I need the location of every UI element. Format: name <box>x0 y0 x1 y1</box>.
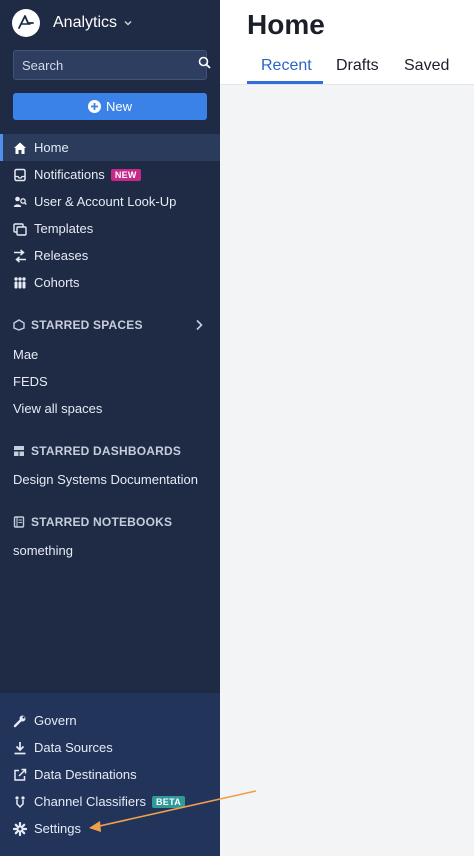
starred-dashboard-item[interactable]: Design Systems Documentation <box>13 472 198 487</box>
sidebar-item-label: Settings <box>34 821 81 836</box>
main-content: Home Recent Drafts Saved <box>220 0 474 856</box>
sidebar-item-label: Data Sources <box>34 740 113 755</box>
app-window: Analytics New Home <box>0 0 474 856</box>
section-title: STARRED SPACES <box>31 318 143 332</box>
chevron-down-icon <box>123 17 135 29</box>
sidebar-item-label: Notifications <box>34 167 105 182</box>
sidebar-item-govern[interactable]: Govern <box>0 707 220 734</box>
sidebar-item-user-lookup[interactable]: User & Account Look-Up <box>0 188 220 215</box>
starred-dashboards-header: STARRED DASHBOARDS <box>0 441 220 461</box>
page-title: Home <box>247 9 325 40</box>
active-tab-indicator <box>247 81 323 84</box>
sidebar-item-label: Templates <box>34 221 94 236</box>
starred-notebooks-header: STARRED NOTEBOOKS <box>0 512 220 532</box>
sidebar-item-releases[interactable]: Releases <box>0 242 220 269</box>
sidebar-item-data-sources[interactable]: Data Sources <box>0 734 220 761</box>
sidebar-item-label: Data Destinations <box>34 767 137 782</box>
sidebar-item-channel-classifiers[interactable]: Channel Classifiers BETA <box>0 788 220 815</box>
download-icon <box>13 741 27 755</box>
inbox-icon <box>13 168 27 182</box>
beta-badge: BETA <box>152 795 186 808</box>
dashboard-icon <box>13 445 25 457</box>
starred-spaces-header[interactable]: STARRED SPACES <box>0 315 220 335</box>
plus-circle-icon <box>87 100 101 113</box>
new-button[interactable]: New <box>13 93 207 120</box>
classifier-icon <box>13 795 27 809</box>
starred-space-item[interactable]: Mae <box>13 347 38 362</box>
app-name: Analytics <box>53 14 118 31</box>
tab-saved[interactable]: Saved <box>404 57 449 84</box>
section-title: STARRED NOTEBOOKS <box>31 515 173 529</box>
templates-icon <box>13 222 27 236</box>
sidebar-item-home[interactable]: Home <box>0 134 220 161</box>
section-title: STARRED DASHBOARDS <box>31 444 182 458</box>
gear-icon <box>13 821 27 836</box>
main-header: Home Recent Drafts Saved <box>220 0 474 85</box>
sidebar-item-data-destinations[interactable]: Data Destinations <box>0 761 220 788</box>
app-switcher[interactable]: Analytics <box>12 9 135 37</box>
sidebar-item-label: User & Account Look-Up <box>34 194 177 209</box>
new-button-label: New <box>105 99 132 114</box>
sidebar-item-label: Channel Classifiers <box>34 794 146 809</box>
sidebar-item-cohorts[interactable]: Cohorts <box>0 269 220 296</box>
search-icon[interactable] <box>198 56 211 74</box>
sidebar-item-label: Home <box>34 140 69 155</box>
releases-icon <box>13 248 27 263</box>
chevron-right-icon[interactable] <box>194 319 204 331</box>
sidebar-item-notifications[interactable]: Notifications NEW <box>0 161 220 188</box>
sidebar: Analytics New Home <box>0 0 220 856</box>
search-input[interactable] <box>22 57 198 73</box>
new-badge: NEW <box>110 168 141 181</box>
tab-recent[interactable]: Recent <box>261 57 312 84</box>
home-icon <box>13 141 27 155</box>
sidebar-item-templates[interactable]: Templates <box>0 215 220 242</box>
cohorts-icon <box>13 276 27 290</box>
tab-drafts[interactable]: Drafts <box>336 57 379 84</box>
export-icon <box>13 768 27 782</box>
starred-space-item[interactable]: FEDS <box>13 374 48 389</box>
sidebar-item-settings[interactable]: Settings <box>0 815 220 842</box>
user-search-icon <box>13 195 27 209</box>
wrench-icon <box>13 714 27 728</box>
starred-notebook-item[interactable]: something <box>13 543 73 558</box>
sidebar-item-label: Govern <box>34 713 77 728</box>
sidebar-item-label: Releases <box>34 248 89 263</box>
spaces-icon <box>13 319 25 331</box>
notebook-icon <box>13 516 25 528</box>
search-box <box>13 50 211 80</box>
sidebar-item-label: Cohorts <box>34 275 80 290</box>
amplitude-logo-icon <box>12 9 40 37</box>
view-all-spaces-link[interactable]: View all spaces <box>13 401 102 416</box>
